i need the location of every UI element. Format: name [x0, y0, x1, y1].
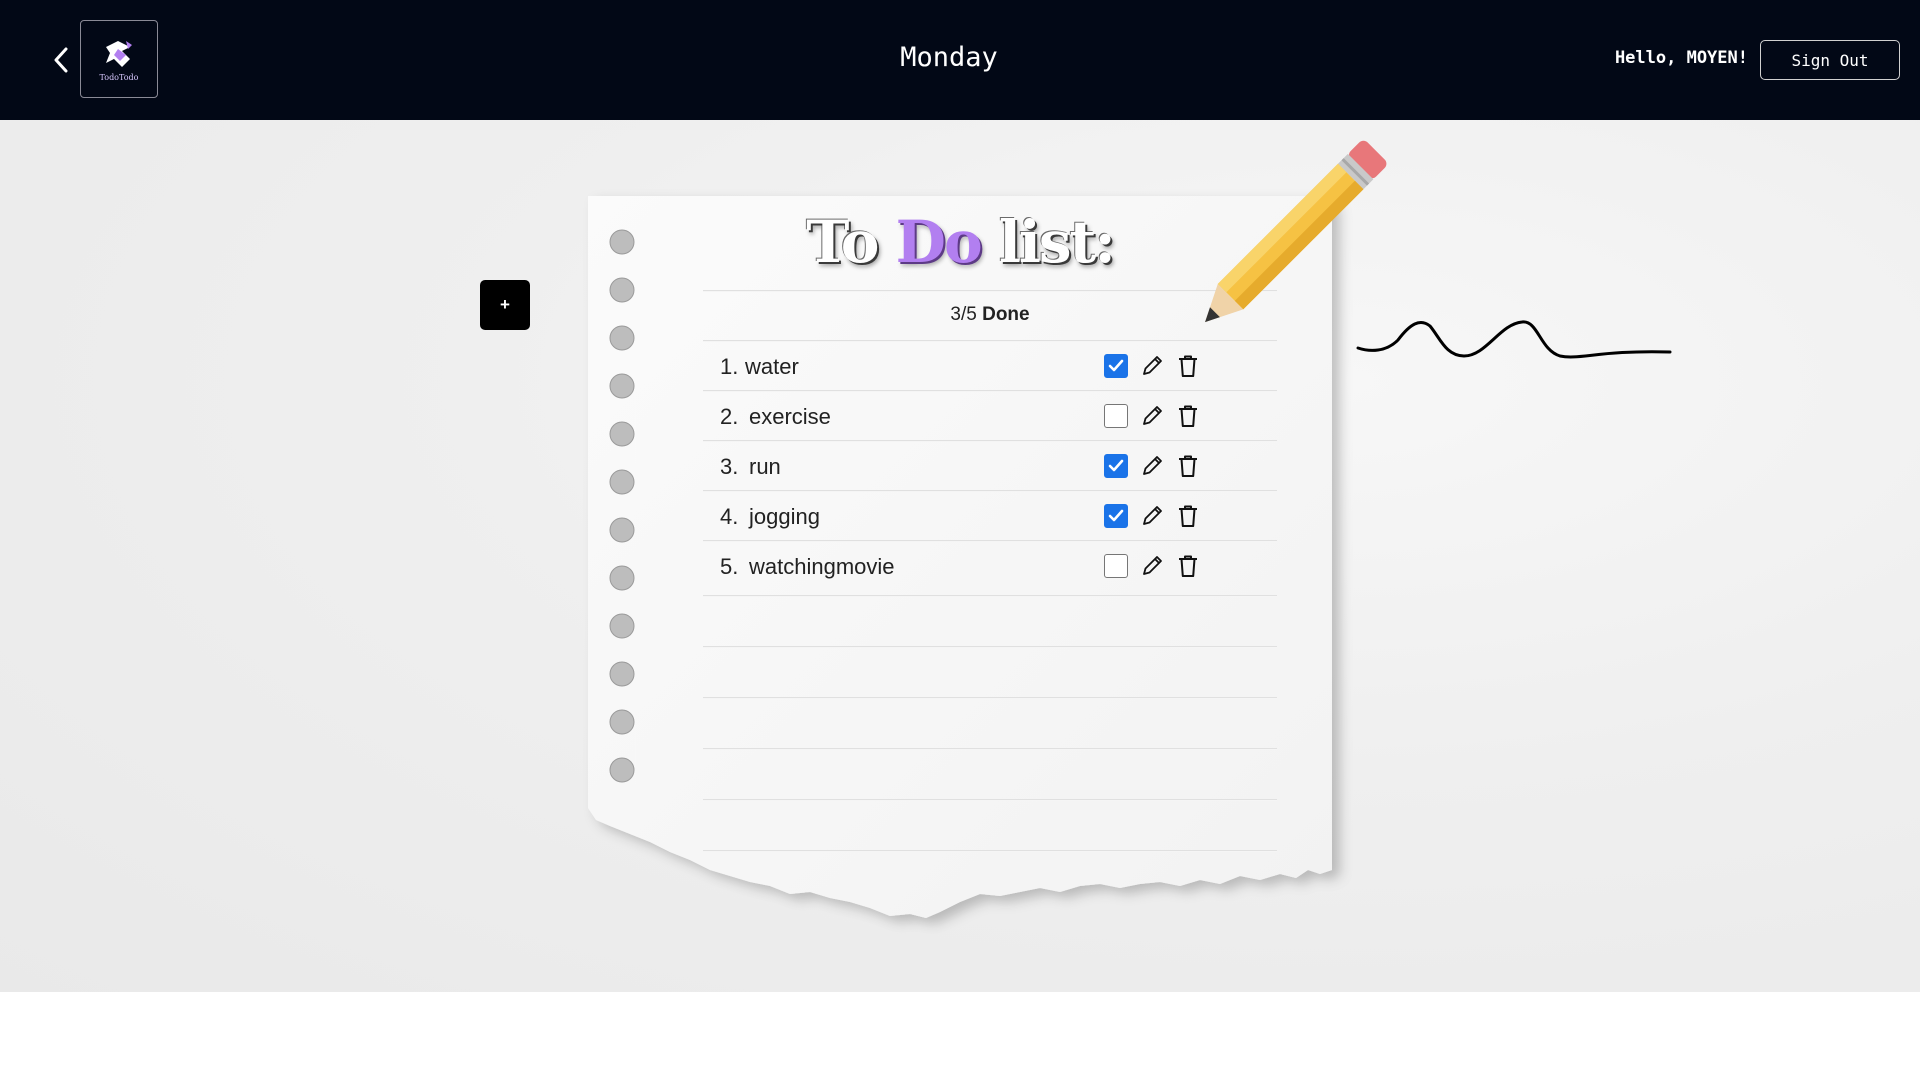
- sign-out-button[interactable]: Sign Out: [1760, 40, 1900, 80]
- pencil-icon[interactable]: [1139, 553, 1165, 579]
- task-label: jogging: [749, 504, 820, 529]
- top-navbar: TodoTodo Monday Hello, MOYEN! Sign Out: [0, 0, 1920, 120]
- paper-rule-line: [703, 646, 1277, 648]
- task-row: 2. exercise: [703, 392, 1277, 442]
- paper-rule-line: [703, 748, 1277, 750]
- task-number: 1.: [720, 354, 739, 379]
- task-label: water: [745, 354, 799, 379]
- checkmark-icon: [1108, 459, 1124, 472]
- trash-icon[interactable]: [1175, 453, 1201, 479]
- task-label: run: [749, 454, 781, 479]
- user-greeting: Hello, MOYEN!: [1614, 48, 1748, 68]
- trash-icon[interactable]: [1175, 553, 1201, 579]
- pencil-icon[interactable]: [1139, 453, 1165, 479]
- done-count: 3/5: [950, 304, 977, 325]
- list-title: To Do list:: [700, 208, 1220, 276]
- list-title-part1: To: [806, 208, 896, 276]
- squiggle-line: [1356, 320, 1672, 359]
- checkmark-icon: [1108, 509, 1124, 522]
- task-number: 5.: [720, 554, 739, 579]
- paper-rule-line: [703, 595, 1277, 597]
- trash-icon[interactable]: [1175, 503, 1201, 529]
- pencil-icon[interactable]: [1139, 403, 1165, 429]
- task-row: 4. jogging: [703, 492, 1277, 542]
- task-checkbox[interactable]: [1104, 504, 1128, 528]
- trash-icon[interactable]: [1175, 403, 1201, 429]
- task-row: 3. run: [703, 442, 1277, 492]
- task-row: 5. watchingmovie: [703, 542, 1277, 592]
- list-title-part2: list:: [980, 208, 1116, 276]
- task-checkbox[interactable]: [1104, 454, 1128, 478]
- page-title: Monday: [900, 42, 998, 73]
- paper-rule-line: [703, 697, 1277, 699]
- task-checkbox[interactable]: [1104, 354, 1128, 378]
- logo-text: TodoTodo: [99, 72, 139, 82]
- paper-rule-line: [703, 799, 1277, 801]
- done-word: Done: [982, 304, 1030, 325]
- task-number: 4.: [720, 504, 739, 529]
- task-checkbox[interactable]: [1104, 404, 1128, 428]
- task-number: 3.: [720, 454, 739, 479]
- task-checkbox[interactable]: [1104, 554, 1128, 578]
- paper-rule-line: [703, 850, 1277, 852]
- add-task-button[interactable]: +: [480, 280, 530, 330]
- list-title-accent: Do: [895, 208, 983, 276]
- checkmark-icon: [1108, 359, 1124, 372]
- task-label: watchingmovie: [749, 554, 895, 579]
- task-number: 2.: [720, 404, 739, 429]
- pencil-icon[interactable]: [1139, 503, 1165, 529]
- task-label: exercise: [749, 404, 831, 429]
